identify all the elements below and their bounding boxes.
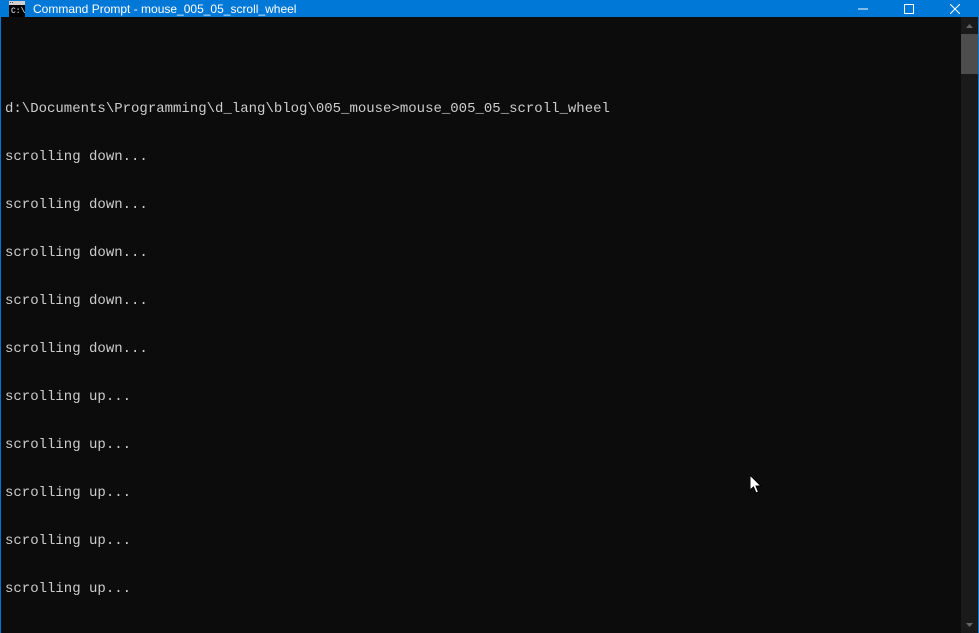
output-line: scrolling up... [5,485,961,501]
output-line: scrolling down... [5,341,961,357]
scroll-track[interactable] [961,34,978,616]
prompt-path: d:\Documents\Programming\d_lang\blog\005… [5,101,400,117]
output-line: scrolling up... [5,389,961,405]
app-icon: C:\ [9,1,25,17]
vertical-scrollbar[interactable] [961,17,978,633]
command-prompt-window: C:\ Command Prompt - mouse_005_05_scroll… [0,0,979,538]
scroll-up-button[interactable] [961,17,978,34]
output-line: scrolling down... [5,197,961,213]
scroll-down-button[interactable] [961,616,978,633]
close-button[interactable] [932,1,978,17]
output-line: scrolling down... [5,149,961,165]
output-line: scrolling down... [5,293,961,309]
scroll-thumb[interactable] [961,34,978,74]
minimize-button[interactable] [840,1,886,17]
window-title: Command Prompt - mouse_005_05_scroll_whe… [31,2,840,16]
prompt-line: d:\Documents\Programming\d_lang\blog\005… [5,101,961,117]
output-line: scrolling up... [5,437,961,453]
titlebar[interactable]: C:\ Command Prompt - mouse_005_05_scroll… [1,1,978,17]
window-controls [840,1,978,17]
output-line: scrolling up... [5,581,961,597]
output-line: scrolling up... [5,533,961,549]
terminal-output[interactable]: d:\Documents\Programming\d_lang\blog\005… [1,17,961,633]
client-area: d:\Documents\Programming\d_lang\blog\005… [1,17,978,633]
prompt-command: mouse_005_05_scroll_wheel [400,101,610,117]
svg-text:C:\: C:\ [11,7,25,16]
output-line: scrolling down... [5,245,961,261]
maximize-button[interactable] [886,1,932,17]
